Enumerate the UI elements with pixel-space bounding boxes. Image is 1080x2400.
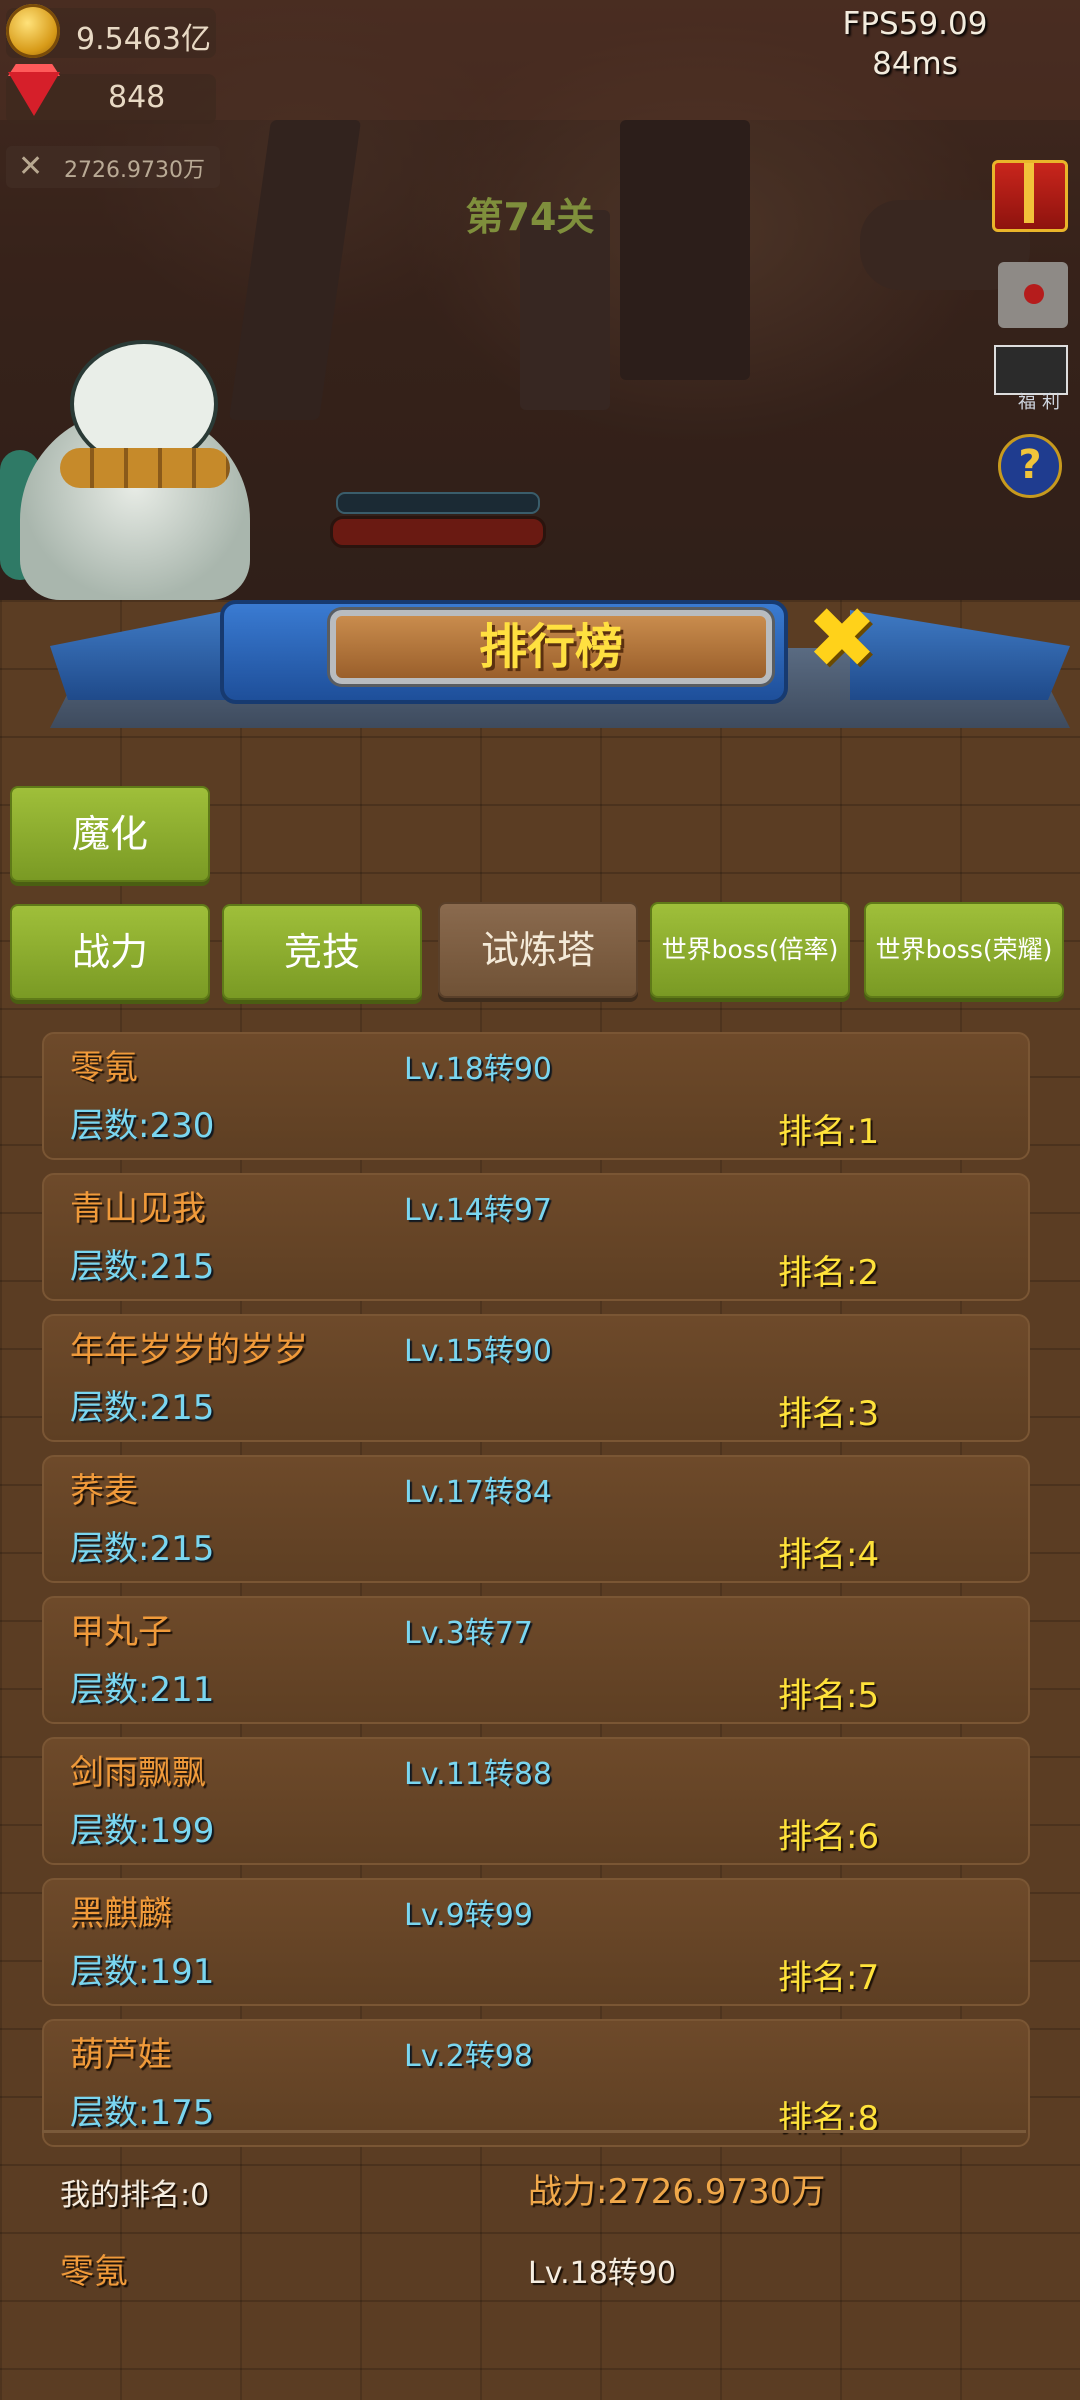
tab-world-boss-rate[interactable]: 世界boss(倍率): [650, 902, 850, 998]
ranking-row[interactable]: 葫芦娃 Lv.2转98 层数:175 排名:8: [42, 2019, 1030, 2147]
player-rank: 排名:3: [778, 1394, 880, 1434]
player-rank: 排名:1: [778, 1112, 880, 1152]
player-rank: 排名:7: [778, 1958, 880, 1998]
tab-trial-tower[interactable]: 试炼塔: [438, 902, 638, 998]
player-level: Lv.14转97: [404, 1193, 553, 1228]
ranking-row[interactable]: 甲丸子 Lv.3转77 层数:211 排名:5: [42, 1596, 1030, 1724]
crossed-swords-icon: ✕: [18, 149, 44, 184]
my-rank: 我的排名:0: [60, 2178, 210, 2213]
tab-world-boss-honor[interactable]: 世界boss(荣耀): [864, 902, 1064, 998]
player-rank: 排名:4: [778, 1535, 880, 1575]
my-name: 零氪: [60, 2252, 128, 2292]
leaderboard-panel: 排行榜 ✖ 魔化 战力 竞技 试炼塔 世界boss(倍率) 世界boss(荣耀)…: [0, 596, 1080, 2400]
stage-title: 第74关: [465, 195, 595, 239]
gold-coin-icon: [6, 4, 60, 58]
player-level: Lv.11转88: [404, 1757, 553, 1792]
player-level: Lv.17转84: [404, 1475, 553, 1510]
player-name: 剑雨飘飘: [70, 1753, 206, 1793]
fps-readout: FPS59.09 84ms: [830, 4, 1000, 84]
player-floor: 层数:230: [70, 1106, 215, 1146]
player-name: 荞麦: [70, 1471, 138, 1511]
player-floor: 层数:215: [70, 1388, 215, 1428]
help-icon[interactable]: ?: [998, 434, 1062, 498]
gold-amount: 9.5463亿: [76, 22, 211, 57]
mana-bar: [336, 492, 540, 514]
ranking-list[interactable]: 零氪 Lv.18转90 层数:230 排名:1 青山见我 Lv.14转97 层数…: [42, 1032, 1030, 2160]
player-floor: 层数:191: [70, 1952, 215, 1992]
player-name: 黑麒麟: [70, 1894, 172, 1934]
health-bar: [330, 516, 546, 548]
player-floor: 层数:211: [70, 1670, 215, 1710]
player-floor: 层数:215: [70, 1529, 215, 1569]
player-level: Lv.18转90: [404, 1052, 553, 1087]
game-scene: 9.5463亿 848 ✕ 2726.9730万 FPS59.09 84ms 第…: [0, 0, 1080, 600]
player-level: Lv.15转90: [404, 1334, 553, 1369]
power-amount: 2726.9730万: [64, 158, 205, 183]
ranking-row[interactable]: 荞麦 Lv.17转84 层数:215 排名:4: [42, 1455, 1030, 1583]
ranking-row[interactable]: 剑雨飘飘 Lv.11转88 层数:199 排名:6: [42, 1737, 1030, 1865]
character-beads: [60, 448, 230, 488]
player-name: 年年岁岁的岁岁: [70, 1330, 308, 1370]
gift-icon[interactable]: [992, 160, 1068, 232]
list-divider: [42, 2130, 1026, 2133]
player-level: Lv.2转98: [404, 2039, 533, 2074]
player-name: 零氪: [70, 1048, 138, 1088]
my-power: 战力:2726.9730万: [528, 2172, 826, 2212]
latency-value: 84ms: [872, 46, 958, 82]
ranking-row[interactable]: 黑麒麟 Lv.9转99 层数:191 排名:7: [42, 1878, 1030, 2006]
player-floor: 层数:175: [70, 2093, 215, 2133]
fps-value: FPS59.09: [842, 6, 988, 42]
ranking-row[interactable]: 年年岁岁的岁岁 Lv.15转90 层数:215 排名:3: [42, 1314, 1030, 1442]
my-level: Lv.18转90: [528, 2256, 677, 2291]
tab-combat-power[interactable]: 战力: [10, 904, 210, 1000]
player-name: 青山见我: [70, 1189, 206, 1229]
player-rank: 排名:5: [778, 1676, 880, 1716]
welfare-label[interactable]: 福利: [1018, 388, 1066, 414]
player-name: 甲丸子: [70, 1612, 172, 1652]
gem-amount: 848: [108, 80, 166, 115]
close-button[interactable]: ✖: [804, 596, 880, 680]
gem-icon: [8, 72, 60, 116]
player-rank: 排名:2: [778, 1253, 880, 1293]
banner-ribbon-right: [850, 610, 1070, 700]
ranking-row[interactable]: 零氪 Lv.18转90 层数:230 排名:1: [42, 1032, 1030, 1160]
player-name: 葫芦娃: [70, 2035, 172, 2075]
tab-arena[interactable]: 竞技: [222, 904, 422, 1000]
panel-title: 排行榜: [478, 619, 623, 675]
player-level: Lv.3转77: [404, 1616, 533, 1651]
ranking-row[interactable]: 青山见我 Lv.14转97 层数:215 排名:2: [42, 1173, 1030, 1301]
player-floor: 层数:215: [70, 1247, 215, 1287]
player-rank: 排名:6: [778, 1817, 880, 1857]
banner-ribbon-left: [50, 610, 230, 700]
tab-mohua[interactable]: 魔化: [10, 786, 210, 882]
panda-character: [0, 330, 330, 600]
player-floor: 层数:199: [70, 1811, 215, 1851]
player-level: Lv.9转99: [404, 1898, 533, 1933]
mail-icon[interactable]: [998, 262, 1068, 328]
